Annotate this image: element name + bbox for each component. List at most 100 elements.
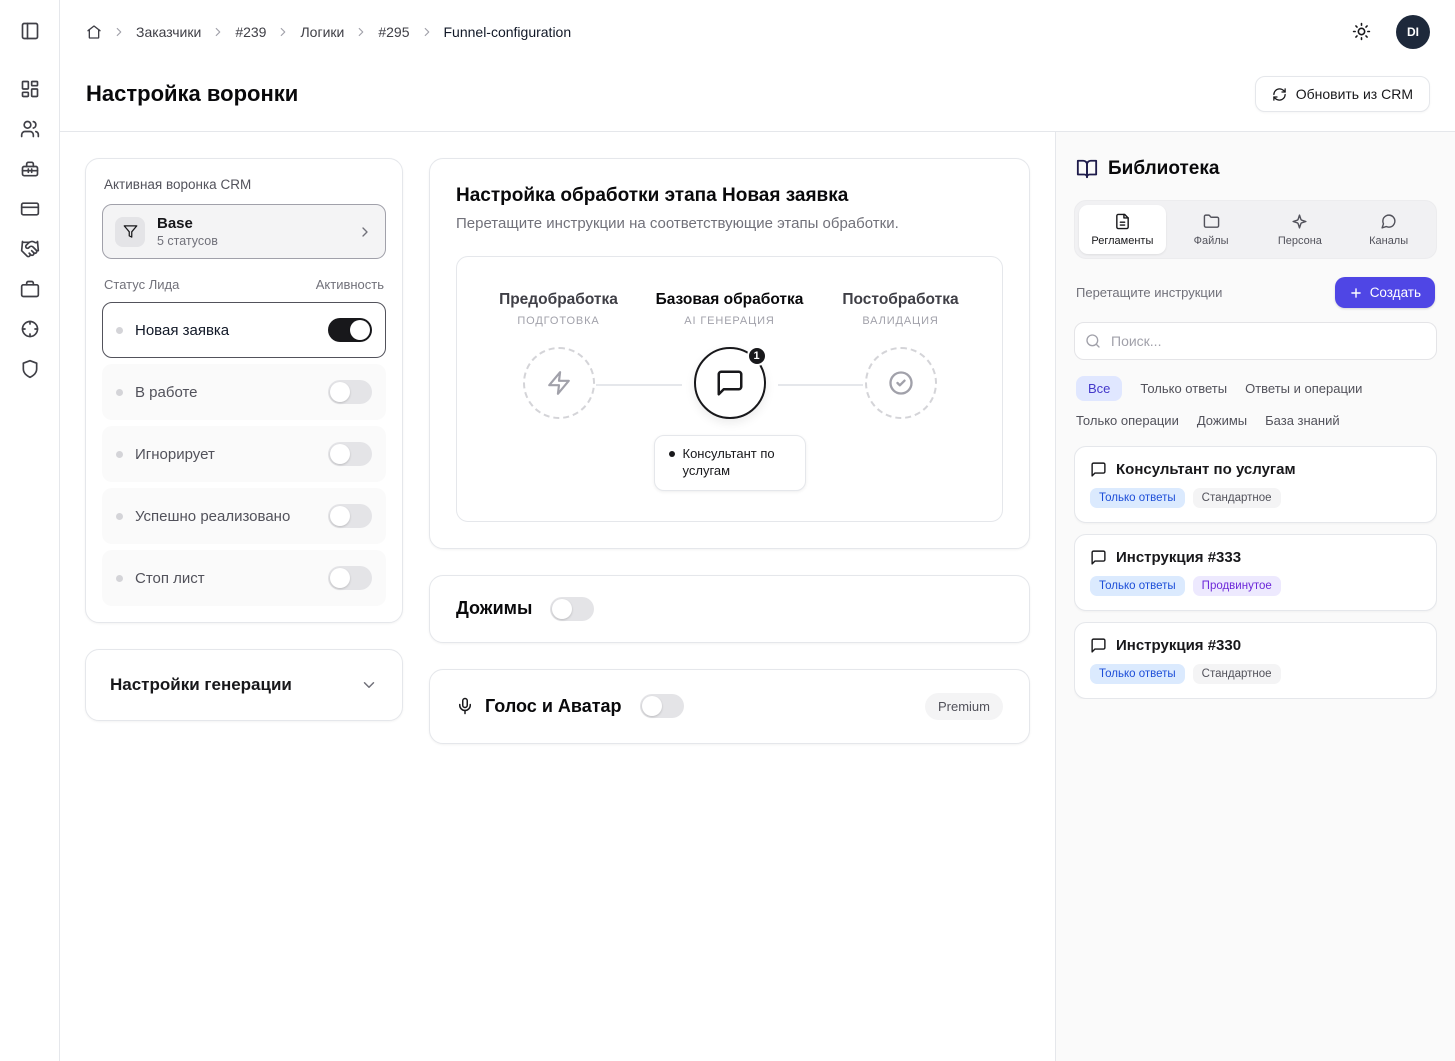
- status-dot: [116, 451, 123, 458]
- breadcrumb-home[interactable]: [86, 24, 102, 40]
- filter-chip[interactable]: Ответы и операции: [1245, 381, 1362, 396]
- breadcrumb-item[interactable]: #239: [235, 24, 266, 40]
- instruction-card-head: Инструкция #333: [1090, 549, 1421, 566]
- status-row[interactable]: В работе: [102, 364, 386, 420]
- status-column-label: Статус Лида: [104, 277, 179, 292]
- instruction-badges: Только ответы Продвинутое: [1090, 576, 1421, 596]
- file-text-icon: [1114, 213, 1131, 230]
- voice-avatar-head: Голос и Аватар: [456, 696, 622, 717]
- generation-settings-card[interactable]: Настройки генерации: [85, 649, 403, 721]
- message-circle-icon: [1380, 213, 1397, 230]
- postprocessing-dropzone[interactable]: [865, 347, 937, 419]
- breadcrumb: Заказчики #239 Логики #295 Funnel-config…: [86, 24, 571, 40]
- app-main: Заказчики #239 Логики #295 Funnel-config…: [60, 0, 1455, 1061]
- library-actions: Перетащите инструкции Создать: [1076, 277, 1435, 308]
- chevron-right-icon: [354, 25, 368, 39]
- status-toggle[interactable]: [328, 566, 372, 590]
- filter-chip[interactable]: База знаний: [1265, 413, 1340, 428]
- attached-instruction-card[interactable]: Консультант по услугам: [654, 435, 806, 491]
- toggle-knob: [330, 506, 350, 526]
- status-row[interactable]: Игнорирует: [102, 426, 386, 482]
- sidebar-item-projects[interactable]: [12, 271, 48, 307]
- funnel-selector[interactable]: Base 5 статусов: [102, 204, 386, 259]
- funnel-name: Base: [157, 215, 345, 232]
- toolbox-icon: [20, 159, 40, 179]
- center-column: Настройка обработки этапа Новая заявка П…: [429, 158, 1030, 744]
- zap-icon: [546, 370, 572, 396]
- refresh-from-crm-button[interactable]: Обновить из CRM: [1255, 76, 1430, 112]
- base-processing-dropzone[interactable]: 1: [694, 347, 766, 419]
- voice-avatar-card: Голос и Аватар Premium: [429, 669, 1030, 744]
- sidebar-item-clients[interactable]: [12, 111, 48, 147]
- sidebar-item-partners[interactable]: [12, 231, 48, 267]
- instruction-title: Инструкция #333: [1116, 549, 1241, 566]
- status-label: Новая заявка: [135, 322, 316, 339]
- instruction-count-badge: 1: [747, 346, 767, 366]
- avatar[interactable]: DI: [1396, 15, 1430, 49]
- instruction-card[interactable]: Инструкция #333 Только ответы Продвинуто…: [1074, 534, 1437, 611]
- stage-card-title: Настройка обработки этапа Новая заявка: [456, 185, 1003, 207]
- tab-persona[interactable]: Персона: [1257, 205, 1344, 254]
- status-row[interactable]: Успешно реализовано: [102, 488, 386, 544]
- chevron-down-icon: [360, 676, 378, 694]
- status-toggle[interactable]: [328, 380, 372, 404]
- voice-avatar-toggle[interactable]: [640, 694, 684, 718]
- tab-reglamenty[interactable]: Регламенты: [1079, 205, 1166, 254]
- breadcrumb-item[interactable]: #295: [378, 24, 409, 40]
- dozhim-toggle[interactable]: [550, 597, 594, 621]
- sidebar-item-targets[interactable]: [12, 311, 48, 347]
- filter-chip[interactable]: Дожимы: [1197, 413, 1247, 428]
- stage-connector: [596, 384, 682, 386]
- tab-label: Персона: [1278, 235, 1322, 247]
- toggle-knob: [330, 568, 350, 588]
- status-label: Стоп лист: [135, 570, 316, 587]
- left-column: Активная воронка CRM Base 5 статусов Ста…: [85, 158, 403, 721]
- theme-toggle-button[interactable]: [1344, 15, 1378, 49]
- sidebar-item-billing[interactable]: [12, 191, 48, 227]
- instruction-badges: Только ответы Стандартное: [1090, 664, 1421, 684]
- library-filters: Все Только ответы Ответы и операции Толь…: [1076, 376, 1435, 428]
- breadcrumb-item[interactable]: Логики: [300, 24, 344, 40]
- content: Активная воронка CRM Base 5 статусов Ста…: [60, 131, 1455, 1061]
- chat-icon: [1090, 549, 1107, 566]
- library-panel: Библиотека Регламенты Файлы Персона Ка: [1055, 132, 1455, 1061]
- status-row[interactable]: Стоп лист: [102, 550, 386, 606]
- sidebar-item-security[interactable]: [12, 351, 48, 387]
- search-input[interactable]: [1074, 322, 1437, 360]
- status-dot: [116, 389, 123, 396]
- instruction-card[interactable]: Консультант по услугам Только ответы Ста…: [1074, 446, 1437, 523]
- library-header: Библиотека: [1076, 158, 1435, 180]
- library-title: Библиотека: [1108, 158, 1219, 180]
- sidebar-nav: [12, 71, 48, 387]
- status-toggle[interactable]: [328, 318, 372, 342]
- check-circle-icon: [887, 369, 915, 397]
- instruction-list: Консультант по услугам Только ответы Ста…: [1074, 446, 1437, 699]
- preprocessing-dropzone[interactable]: [523, 347, 595, 419]
- briefcase-icon: [20, 279, 40, 299]
- sidebar-item-tools[interactable]: [12, 151, 48, 187]
- status-dot: [116, 513, 123, 520]
- generation-settings-title: Настройки генерации: [110, 675, 292, 695]
- tab-faily[interactable]: Файлы: [1168, 205, 1255, 254]
- sidebar-collapse-button[interactable]: [12, 13, 48, 49]
- status-list: Новая заявка В работе Игнорирует: [102, 302, 386, 606]
- search-icon: [1085, 333, 1101, 349]
- chevron-right-icon: [211, 25, 225, 39]
- filter-chip[interactable]: Только ответы: [1140, 381, 1227, 396]
- status-dot: [116, 575, 123, 582]
- stage-title: Предобработка: [499, 291, 618, 309]
- stage-preprocessing: Предобработка ПОДГОТОВКА: [473, 291, 644, 491]
- breadcrumb-item[interactable]: Заказчики: [136, 24, 201, 40]
- stage-phase: ВАЛИДАЦИЯ: [862, 315, 938, 327]
- toggle-knob: [552, 599, 572, 619]
- sidebar-item-dashboard[interactable]: [12, 71, 48, 107]
- create-instruction-button[interactable]: Создать: [1335, 277, 1435, 308]
- status-toggle[interactable]: [328, 442, 372, 466]
- tab-kanaly[interactable]: Каналы: [1345, 205, 1432, 254]
- status-row[interactable]: Новая заявка: [102, 302, 386, 358]
- instruction-card[interactable]: Инструкция #330 Только ответы Стандартно…: [1074, 622, 1437, 699]
- instruction-card-head: Инструкция #330: [1090, 637, 1421, 654]
- filter-chip[interactable]: Все: [1076, 376, 1122, 401]
- status-toggle[interactable]: [328, 504, 372, 528]
- filter-chip[interactable]: Только операции: [1076, 413, 1179, 428]
